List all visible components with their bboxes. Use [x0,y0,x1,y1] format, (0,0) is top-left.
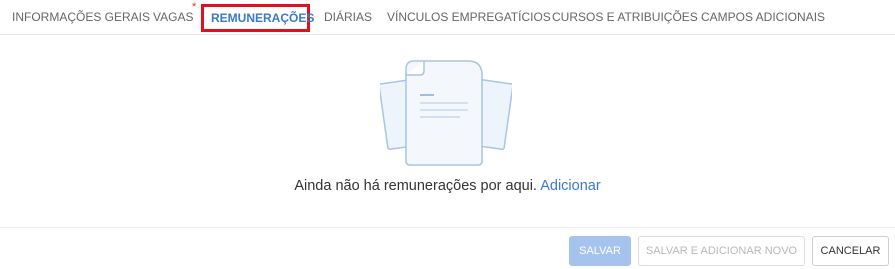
footer-actions: SALVAR SALVAR E ADICIONAR NOVO CANCELAR [0,227,895,269]
tab-bar: INFORMAÇÕES GERAIS VAGAS * REMUNERAÇÕES … [0,0,895,35]
tab-campos-adicionais[interactable]: CAMPOS ADICIONAIS [701,4,825,32]
documents-icon [380,60,512,166]
required-marker: * [192,1,197,13]
cancel-button[interactable]: CANCELAR [812,236,889,266]
tab-remuneracoes[interactable]: REMUNERAÇÕES [201,4,314,32]
empty-state-message: Ainda não há remunerações por aqui. Adic… [0,178,895,194]
empty-state: Ainda não há remunerações por aqui. Adic… [0,35,895,227]
tab-vagas[interactable]: VAGAS [153,4,193,32]
add-link[interactable]: Adicionar [540,178,600,194]
empty-state-text: Ainda não há remunerações por aqui. [294,178,537,194]
tab-diarias[interactable]: DIÁRIAS [324,4,372,32]
tab-vinculos-empregaticios[interactable]: VÍNCULOS EMPREGATÍCIOS [387,4,551,32]
tab-informacoes-gerais[interactable]: INFORMAÇÕES GERAIS [12,4,150,32]
tab-cursos-e-atribuicoes[interactable]: CURSOS E ATRIBUIÇÕES [552,4,698,32]
save-button[interactable]: SALVAR [569,236,631,266]
save-and-add-new-button[interactable]: SALVAR E ADICIONAR NOVO [638,236,805,266]
